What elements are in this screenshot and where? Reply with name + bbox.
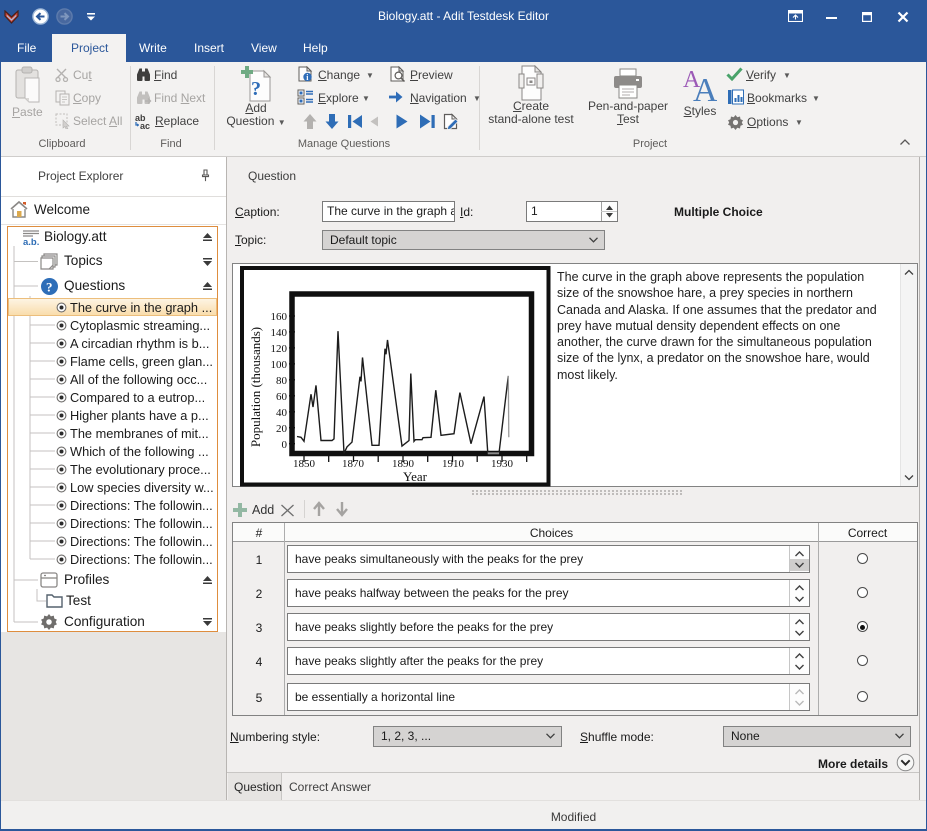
svg-text:60: 60 [276,391,288,403]
svg-text:?: ? [46,280,53,295]
svg-text:100: 100 [271,359,288,371]
svg-text:40: 40 [276,407,288,419]
svg-text:0: 0 [282,439,288,451]
svg-text:1850: 1850 [293,458,316,470]
svg-text:120: 120 [271,343,288,355]
svg-text:ac: ac [140,121,150,130]
svg-text:a.b.: a.b. [23,237,39,247]
svg-text:20: 20 [276,423,288,435]
svg-text:?: ? [251,78,261,100]
svg-text:160: 160 [271,311,288,323]
svg-text:Population (thousands): Population (thousands) [248,327,263,447]
svg-text:80: 80 [276,375,288,387]
svg-text:140: 140 [271,327,288,339]
svg-text:1930: 1930 [491,458,514,470]
svg-text:1910: 1910 [442,458,465,470]
svg-text:Year: Year [403,469,428,484]
svg-text:A: A [693,72,717,102]
svg-text:1870: 1870 [342,458,365,470]
